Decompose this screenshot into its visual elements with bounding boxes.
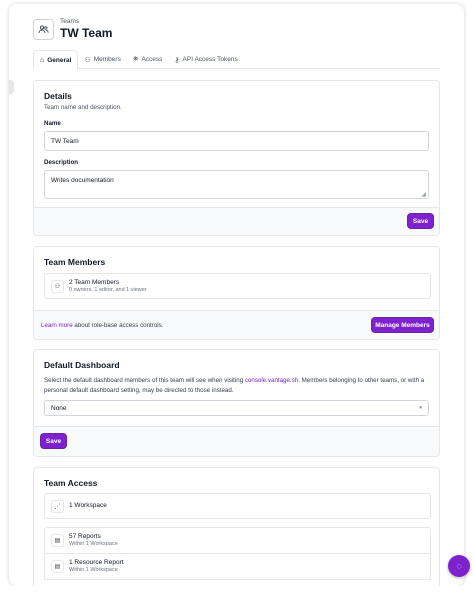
name-field[interactable]: TW Team	[44, 131, 429, 151]
tab-api-access-tokens[interactable]: ⚷ API Access Tokens	[168, 50, 243, 69]
members-summary[interactable]: ⚇ 2 Team Members 0 owners, 1 editor, and…	[44, 273, 431, 299]
description-textarea[interactable]: Writes documentation ◢	[44, 170, 429, 199]
default-dashboard-description: Select the default dashboard members of …	[44, 376, 429, 395]
dashboard-footer: Save	[34, 426, 439, 456]
description-value: Writes documentation	[51, 177, 114, 184]
tab-label: Access	[141, 56, 163, 63]
page-title: TW Team	[60, 26, 113, 40]
reports-count: 57 Reports	[69, 533, 101, 540]
rbac-note: Learn more about role-base access contro…	[41, 322, 163, 329]
frame-bottom-edge	[0, 586, 474, 597]
team-icon	[33, 18, 54, 40]
access-icon: ⛯	[132, 55, 139, 63]
member-breakdown: 0 owners, 1 editor, and 1 viewer	[69, 286, 147, 293]
desc-text: Select the default dashboard members of …	[44, 377, 245, 384]
resource-report-icon: ▤	[51, 560, 64, 573]
users-icon: ⚇	[51, 279, 64, 293]
team-access-card: Team Access ⋰ 1 Workspace ▤ 57 Reports W…	[33, 467, 440, 592]
resource-report-row[interactable]: ▤ 1 Resource Report Within 1 Workspace	[44, 553, 431, 580]
manage-members-button[interactable]: Manage Members	[372, 318, 433, 332]
resource-report-count: 1 Resource Report	[69, 559, 124, 566]
dashboard-select-value: None	[51, 404, 67, 412]
default-dashboard-title: Default Dashboard	[44, 360, 120, 370]
tab-general[interactable]: ⌂ General	[33, 50, 79, 70]
report-icon: ▤	[51, 534, 64, 547]
name-label: Name	[44, 120, 61, 127]
team-access-title: Team Access	[44, 478, 98, 488]
tab-label: API Access Tokens	[182, 56, 238, 63]
details-title: Details	[44, 91, 72, 101]
resize-handle-icon[interactable]: ◢	[421, 191, 426, 198]
team-members-title: Team Members	[44, 257, 106, 267]
tab-label: General	[47, 56, 72, 64]
team-members-card: Team Members ⚇ 2 Team Members 0 owners, …	[33, 246, 440, 340]
learn-more-link[interactable]: Learn more	[41, 322, 73, 329]
reports-row[interactable]: ▤ 57 Reports Within 1 Workspace	[44, 527, 431, 554]
details-footer: Save	[34, 207, 439, 235]
page-header: Teams TW Team	[33, 18, 112, 40]
dashboard-save-button[interactable]: Save	[41, 434, 66, 448]
member-count: 2 Team Members	[69, 278, 120, 286]
chat-icon: ◌	[456, 561, 462, 571]
description-label: Description	[44, 159, 79, 166]
sidebar-toggle-handle[interactable]	[9, 80, 14, 94]
key-icon: ⚷	[174, 56, 180, 64]
chevron-updown-icon: ▾	[419, 405, 422, 411]
workspace-row[interactable]: ⋰ 1 Workspace	[44, 493, 431, 519]
chat-button[interactable]: ◌	[448, 555, 470, 577]
workspace-icon: ⋰	[51, 499, 64, 513]
default-dashboard-card: Default Dashboard Select the default das…	[33, 349, 440, 457]
workspace-count: 1 Workspace	[69, 502, 107, 509]
console-link[interactable]: console.vantage.sh	[245, 377, 298, 384]
members-footer: Learn more about role-base access contro…	[34, 310, 439, 339]
rbac-note-text: about role-base access controls.	[72, 322, 164, 329]
details-save-button[interactable]: Save	[408, 214, 433, 228]
resource-report-scope: Within 1 Workspace	[69, 567, 118, 573]
details-card: Details Team name and description. Name …	[33, 80, 440, 236]
home-icon: ⌂	[40, 56, 45, 64]
details-subtitle: Team name and description.	[44, 104, 122, 111]
dashboard-select[interactable]: None ▾	[44, 400, 429, 416]
tab-label: Members	[93, 56, 121, 63]
reports-scope: Within 1 Workspace	[69, 541, 118, 547]
tab-bar: ⌂ General ⚇ Members ⛯ Access ⚷ API Acces…	[33, 50, 440, 70]
tab-access[interactable]: ⛯ Access	[127, 50, 169, 69]
breadcrumb[interactable]: Teams	[60, 18, 112, 26]
tab-members[interactable]: ⚇ Members	[78, 50, 126, 69]
user-icon: ⚇	[84, 56, 91, 64]
